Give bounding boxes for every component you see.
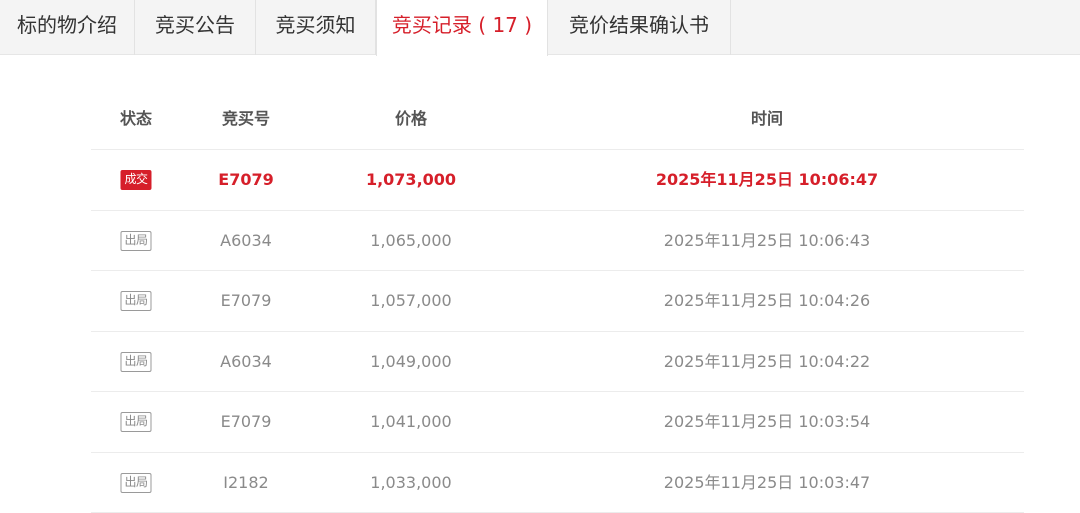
header-bid-number: 竞买号 (222, 89, 270, 149)
header-price: 价格 (395, 89, 427, 149)
bid-price: 1,073,000 (366, 150, 456, 209)
status-badge: 成交 (120, 170, 151, 190)
table-row: 出局 A6034 1,065,000 2025年11月25日 10:06:43 (91, 211, 1024, 272)
tab-notice[interactable]: 竞买须知 (256, 0, 376, 55)
tab-item-introduction[interactable]: 标的物介绍 (0, 0, 135, 55)
bid-time: 2025年11月25日 10:03:54 (664, 392, 870, 451)
bid-number: I2182 (223, 453, 268, 512)
bid-time: 2025年11月25日 10:03:47 (664, 453, 870, 512)
table-row: 出局 E7079 1,057,000 2025年11月25日 10:04:26 (91, 271, 1024, 332)
bid-time: 2025年11月25日 10:06:43 (664, 211, 870, 270)
bid-number: A6034 (220, 211, 272, 270)
bid-records-table: 状态 竞买号 价格 时间 成交 E7079 1,073,000 2025年11月… (91, 89, 1024, 513)
bid-time: 2025年11月25日 10:04:26 (664, 271, 870, 330)
header-time: 时间 (751, 89, 783, 149)
bid-price: 1,057,000 (370, 271, 451, 330)
status-badge: 出局 (120, 291, 151, 311)
bid-number: E7079 (218, 150, 273, 209)
table-header: 状态 竞买号 价格 时间 (91, 89, 1024, 150)
bid-price: 1,041,000 (370, 392, 451, 451)
bid-number: E7079 (221, 392, 272, 451)
status-badge: 出局 (120, 231, 151, 251)
table-row: 出局 I2182 1,033,000 2025年11月25日 10:03:47 (91, 453, 1024, 513)
bid-price: 1,049,000 (370, 332, 451, 391)
bid-price: 1,033,000 (370, 453, 451, 512)
tab-result-confirmation[interactable]: 竞价结果确认书 (548, 0, 731, 55)
status-badge: 出局 (120, 412, 151, 432)
bid-number: E7079 (221, 271, 272, 330)
bid-time: 2025年11月25日 10:04:22 (664, 332, 870, 391)
header-status: 状态 (120, 89, 152, 149)
status-badge: 出局 (120, 352, 151, 372)
tab-announcement[interactable]: 竞买公告 (135, 0, 256, 55)
bid-price: 1,065,000 (370, 211, 451, 270)
tab-bid-records[interactable]: 竞买记录 ( 17 ) (376, 0, 548, 56)
tab-bar: 标的物介绍 竞买公告 竞买须知 竞买记录 ( 17 ) 竞价结果确认书 (0, 0, 1080, 55)
status-badge: 出局 (120, 473, 151, 493)
table-row: 出局 E7079 1,041,000 2025年11月25日 10:03:54 (91, 392, 1024, 453)
table-row: 出局 A6034 1,049,000 2025年11月25日 10:04:22 (91, 332, 1024, 393)
table-row: 成交 E7079 1,073,000 2025年11月25日 10:06:47 (91, 150, 1024, 211)
bid-number: A6034 (220, 332, 272, 391)
bid-time: 2025年11月25日 10:06:47 (656, 150, 878, 209)
